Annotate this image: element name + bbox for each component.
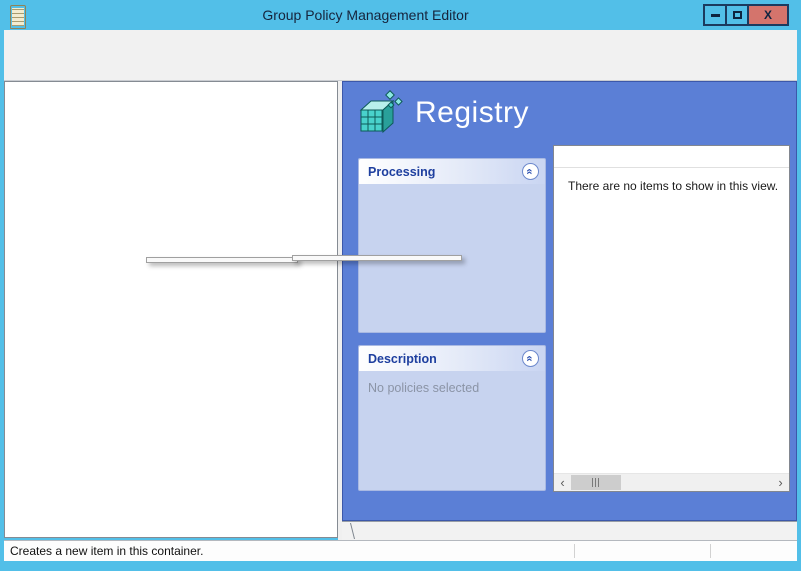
tab-lead-slant xyxy=(346,522,358,540)
scrollbar-thumb[interactable] xyxy=(571,475,621,490)
result-pane-area: Registry Processing » Description » No p… xyxy=(338,81,797,540)
close-button[interactable]: X xyxy=(747,4,789,26)
list-empty-text: There are no items to show in this view. xyxy=(554,168,789,193)
processing-panel: Processing » xyxy=(358,158,546,333)
scroll-right-icon[interactable]: › xyxy=(772,474,789,491)
minimize-button[interactable] xyxy=(703,4,727,26)
description-panel: Description » No policies selected xyxy=(358,345,546,491)
statusbar-separator xyxy=(574,544,575,558)
collapse-chevron-icon[interactable]: » xyxy=(522,163,539,180)
menubar xyxy=(4,30,797,52)
statusbar: Creates a new item in this container. xyxy=(4,540,797,561)
toolbar xyxy=(4,52,797,81)
context-menu xyxy=(146,257,298,263)
view-tabs xyxy=(342,521,797,540)
window-title: Group Policy Management Editor xyxy=(60,7,671,23)
list-header xyxy=(554,146,789,168)
minimize-icon xyxy=(711,14,720,17)
status-text: Creates a new item in this container. xyxy=(4,544,203,558)
titlebar: Group Policy Management Editor X xyxy=(0,0,801,30)
items-list-view: There are no items to show in this view.… xyxy=(553,145,790,492)
scroll-left-icon[interactable]: ‹ xyxy=(554,474,571,491)
app-icon xyxy=(10,5,26,29)
statusbar-separator xyxy=(710,544,711,558)
description-panel-body: No policies selected xyxy=(359,371,545,405)
new-submenu xyxy=(292,255,462,261)
registry-result-pane: Registry Processing » Description » No p… xyxy=(342,81,797,521)
console-tree-pane xyxy=(4,81,338,538)
description-panel-title: Description xyxy=(368,352,522,366)
result-pane-title: Registry xyxy=(415,96,529,130)
processing-panel-title: Processing xyxy=(368,165,522,179)
maximize-icon xyxy=(733,11,742,19)
collapse-chevron-icon[interactable]: » xyxy=(522,350,539,367)
maximize-button[interactable] xyxy=(725,4,749,26)
horizontal-scrollbar[interactable]: ‹ › xyxy=(554,473,789,491)
group-policy-management-editor-window: Group Policy Management Editor X xyxy=(0,0,801,571)
registry-icon xyxy=(357,90,403,136)
